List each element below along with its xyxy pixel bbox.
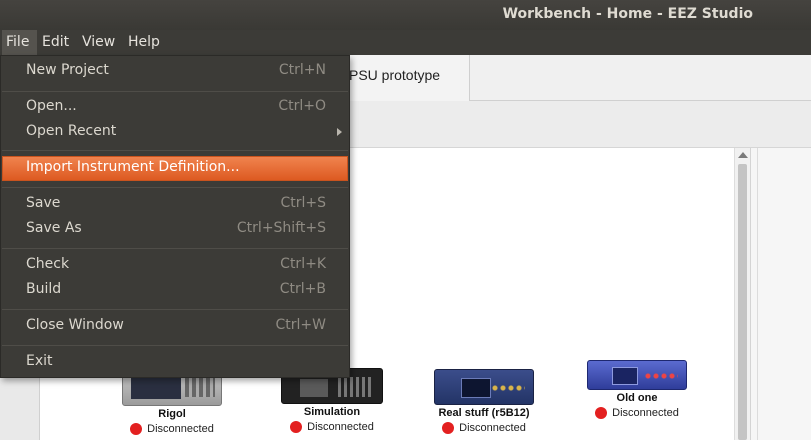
- menu-item-new-project[interactable]: New Project Ctrl+N: [2, 59, 348, 84]
- submenu-arrow-icon: [337, 128, 342, 136]
- menu-edit[interactable]: Edit: [38, 30, 73, 55]
- menu-item-close-window[interactable]: Close Window Ctrl+W: [2, 314, 348, 339]
- scrollbar-thumb[interactable]: [738, 164, 747, 440]
- menu-bar: File Edit View Help: [0, 30, 811, 55]
- menu-separator: [2, 187, 348, 188]
- instrument-image: [434, 369, 534, 405]
- menu-item-open-recent[interactable]: Open Recent: [2, 120, 348, 145]
- menu-separator: [2, 309, 348, 310]
- file-menu-dropdown: New Project Ctrl+N Open... Ctrl+O Open R…: [0, 55, 350, 378]
- status-text: Disconnected: [612, 407, 679, 419]
- menu-item-save-as[interactable]: Save As Ctrl+Shift+S: [2, 217, 348, 242]
- menu-separator: [2, 248, 348, 249]
- instrument-name: Rigol: [158, 408, 186, 420]
- menu-file[interactable]: File: [2, 30, 37, 55]
- instrument-status: Disconnected: [442, 422, 526, 434]
- menu-item-open[interactable]: Open... Ctrl+O: [2, 95, 348, 120]
- status-text: Disconnected: [147, 423, 214, 435]
- instrument-name: Simulation: [303, 406, 361, 418]
- status-dot-icon: [290, 421, 303, 433]
- status-text: Disconnected: [459, 422, 526, 434]
- status-dot-icon: [130, 423, 143, 435]
- status-text: Disconnected: [307, 421, 374, 433]
- menu-item-save[interactable]: Save Ctrl+S: [2, 192, 348, 217]
- menu-item-check[interactable]: Check Ctrl+K: [2, 253, 348, 278]
- instrument-real-stuff[interactable]: Real stuff (r5B12) Disconnected: [419, 369, 549, 438]
- window-title: Workbench - Home - EEZ Studio: [502, 6, 753, 22]
- status-dot-icon: [595, 407, 608, 419]
- instrument-name: Real stuff (r5B12): [438, 407, 530, 419]
- menu-separator: [2, 150, 348, 151]
- instrument-image: [587, 360, 687, 390]
- menu-item-import-instrument-definition[interactable]: Import Instrument Definition...: [2, 156, 348, 181]
- menu-help[interactable]: Help: [124, 30, 164, 55]
- vertical-scrollbar[interactable]: [734, 148, 750, 440]
- instrument-simulation[interactable]: Simulation Disconnected: [267, 368, 397, 437]
- menu-view[interactable]: View: [78, 30, 119, 55]
- menu-separator: [2, 345, 348, 346]
- status-dot-icon: [442, 422, 455, 434]
- instrument-old-one[interactable]: Old one Disconnected: [572, 360, 702, 423]
- instrument-status: Disconnected: [130, 423, 214, 435]
- instrument-status: Disconnected: [595, 407, 679, 419]
- instrument-status: Disconnected: [290, 421, 374, 433]
- instrument-rigol[interactable]: Rigol Disconnected: [107, 370, 237, 439]
- menu-item-exit[interactable]: Exit: [2, 350, 348, 375]
- title-bar: Workbench - Home - EEZ Studio: [0, 0, 811, 30]
- menu-separator: [2, 91, 348, 92]
- right-panel: [750, 148, 811, 440]
- tab-label: PSU prototype: [349, 67, 441, 83]
- menu-item-build[interactable]: Build Ctrl+B: [2, 278, 348, 303]
- instrument-name: Old one: [616, 392, 658, 404]
- scroll-up-icon[interactable]: [738, 152, 748, 158]
